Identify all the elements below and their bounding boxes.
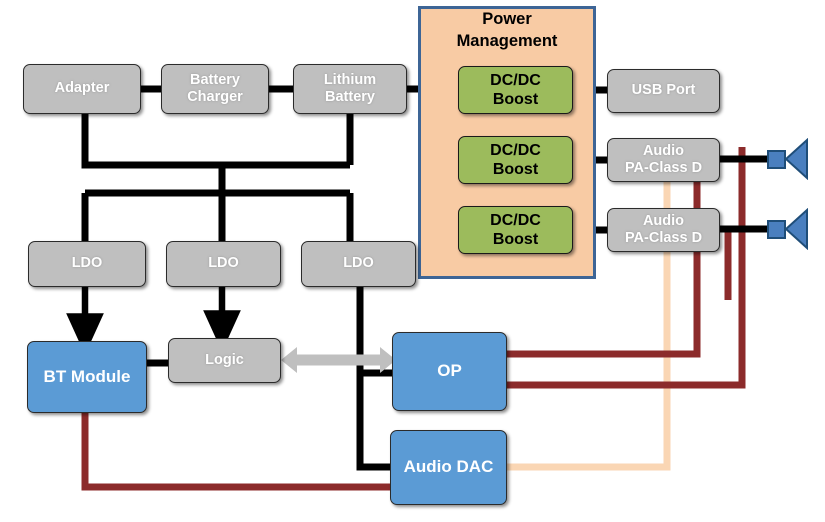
block-battery-charger[interactable]: Battery Charger xyxy=(161,64,269,114)
block-ldo-2[interactable]: LDO xyxy=(166,241,281,287)
block-label-lithium-battery: Lithium Battery xyxy=(323,71,377,105)
speaker-icon-2 xyxy=(767,208,808,250)
block-label-op: OP xyxy=(437,361,462,381)
block-label-dcdc-boost-3: DC/DC Boost xyxy=(490,211,541,248)
block-usb-port[interactable]: USB Port xyxy=(607,69,720,113)
block-diagram-canvas: Power Management Adapter Battery Charger… xyxy=(0,0,825,522)
block-bt-module[interactable]: BT Module xyxy=(27,341,147,413)
block-logic[interactable]: Logic xyxy=(168,338,281,383)
block-audio-pa-2[interactable]: Audio PA-Class D xyxy=(607,208,720,252)
wire-ldo-distribution-bus xyxy=(81,189,354,241)
block-lithium-battery[interactable]: Lithium Battery xyxy=(293,64,407,114)
block-dcdc-boost-3[interactable]: DC/DC Boost xyxy=(458,206,573,254)
block-audio-dac[interactable]: Audio DAC xyxy=(390,430,507,505)
block-label-ldo-1: LDO xyxy=(71,255,103,272)
block-label-audio-pa-2: Audio PA-Class D xyxy=(624,212,703,246)
block-label-adapter: Adapter xyxy=(54,80,110,97)
block-ldo-3[interactable]: LDO xyxy=(301,241,416,287)
block-label-logic: Logic xyxy=(205,351,244,368)
logic-op-bidirectional-arrow[interactable] xyxy=(281,341,396,379)
block-label-ldo-2: LDO xyxy=(208,255,239,272)
wire-upper-power-bus xyxy=(81,114,354,193)
block-dcdc-boost-2[interactable]: DC/DC Boost xyxy=(458,136,573,184)
block-op[interactable]: OP xyxy=(392,332,507,411)
block-label-battery-charger: Battery Charger xyxy=(187,71,243,105)
wire-btmodule-to-audiodac-darkred xyxy=(81,413,390,491)
block-label-ldo-3: LDO xyxy=(343,255,374,272)
block-label-dcdc-boost-1: DC/DC Boost xyxy=(490,71,541,108)
block-audio-pa-1[interactable]: Audio PA-Class D xyxy=(607,138,720,182)
block-label-usb-port: USB Port xyxy=(631,82,696,99)
block-label-dcdc-boost-2: DC/DC Boost xyxy=(490,141,541,178)
speaker-icon-1 xyxy=(767,138,808,180)
block-adapter[interactable]: Adapter xyxy=(23,64,141,114)
block-dcdc-boost-1[interactable]: DC/DC Boost xyxy=(458,66,573,114)
block-label-audio-pa-1: Audio PA-Class D xyxy=(624,142,703,176)
block-ldo-1[interactable]: LDO xyxy=(28,241,146,287)
block-label-bt-module: BT Module xyxy=(43,366,131,386)
block-label-audio-dac: Audio DAC xyxy=(403,457,494,477)
